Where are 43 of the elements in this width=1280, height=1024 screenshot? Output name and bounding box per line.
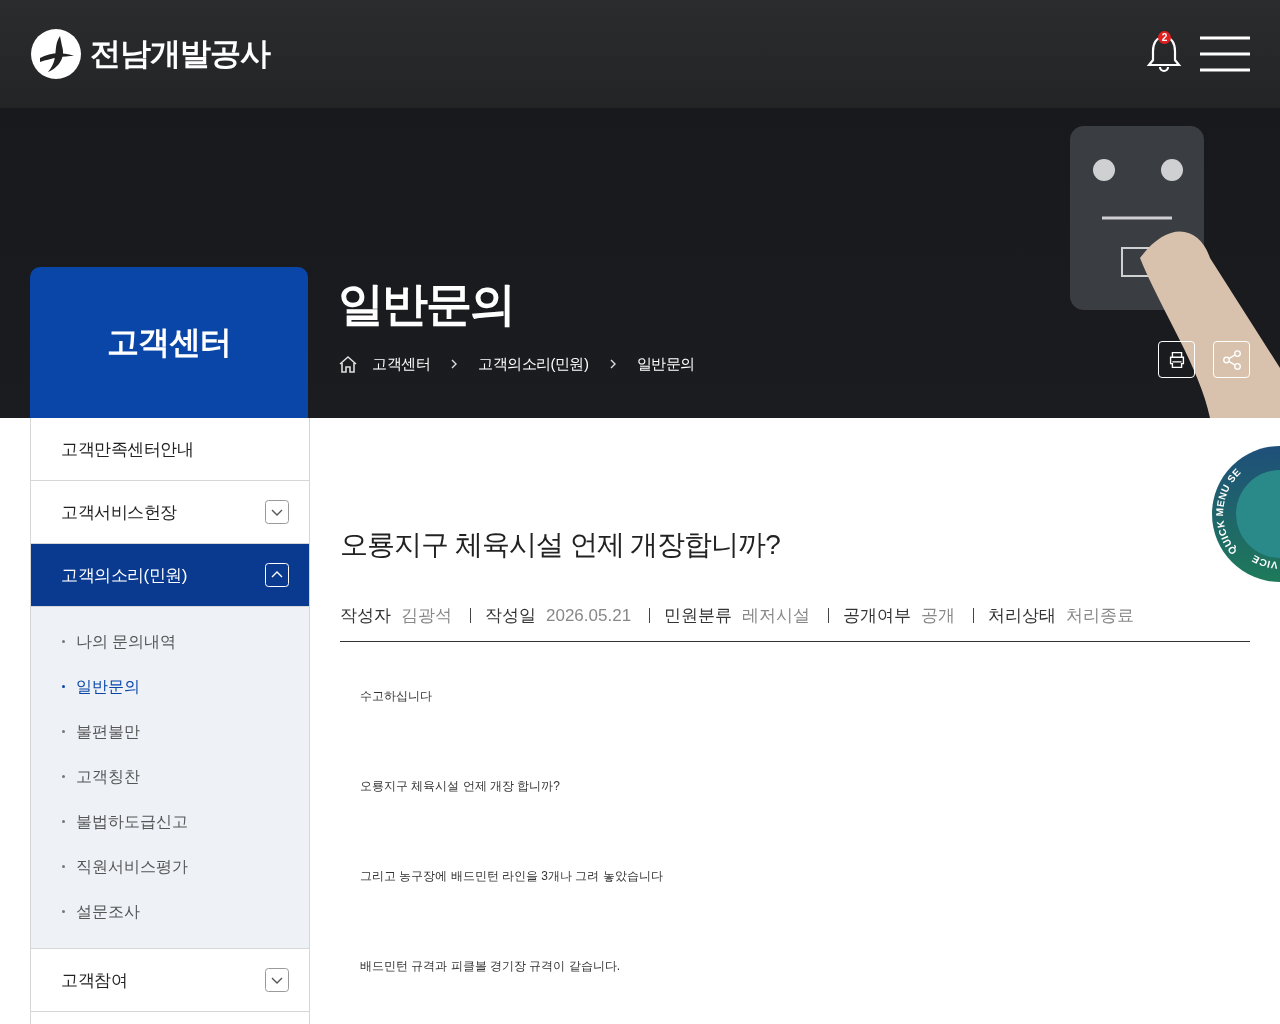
meta-value: 처리종료 [1066,605,1135,627]
chevron-down-icon [265,500,289,524]
breadcrumb-link[interactable]: 고객센터 [372,354,430,374]
print-button[interactable] [1158,341,1195,378]
chevron-right-icon [608,358,617,370]
meta-label: 처리상태 [988,605,1057,627]
meta-value: 공개 [921,605,956,627]
section-title: 고객센터 [107,322,231,362]
meta-value: 2026.05.21 [546,605,632,626]
notification-badge: 2 [1158,31,1171,44]
breadcrumb-link[interactable]: 고객의소리(민원) [478,354,589,374]
post-paragraph: 그리고 농구장에 배드민턴 라인을 3개나 그려 놓았습니다 [360,868,664,884]
submenu-item[interactable]: 나의 문의내역 [31,619,309,664]
sidebar-item[interactable]: 고객만족센터안내 [31,418,309,481]
post-title: 오룡지구 체육시설 언제 개장합니까? [340,528,780,562]
page-title: 일반문의 [338,277,515,332]
meta-label: 민원분류 [664,605,733,627]
sidebar-item[interactable]: 고객의소리(민원) [31,544,309,607]
post-paragraph: 오룡지구 체육시설 언제 개장 합니까? [360,778,561,794]
meta-label: 작성자 [340,605,391,627]
submenu-item[interactable]: 불법하도급신고 [31,799,309,844]
chevron-right-icon [450,358,458,370]
meta-label: 공개여부 [843,605,912,627]
logo-text[interactable]: 전남개발공사 [90,33,270,75]
chevron-up-icon [265,563,289,587]
meta-label: 작성일 [485,605,536,627]
chevron-down-icon [265,968,289,992]
meta-value: 레저시설 [742,605,811,627]
home-icon[interactable] [338,354,358,374]
logo-icon [30,28,82,80]
menu-icon[interactable] [1200,36,1250,72]
post-paragraph: 배드민턴 규격과 피클볼 경기장 규격이 같습니다. [360,958,621,974]
sidebar-item[interactable]: 고객참여 [31,949,309,1012]
submenu-item[interactable]: 설문조사 [31,889,309,934]
breadcrumb-link[interactable]: 일반문의 [636,354,695,374]
submenu-item[interactable]: 직원서비스평가 [31,844,309,889]
submenu-item[interactable]: 불편불만 [31,709,309,754]
share-icon [1220,348,1243,371]
post-paragraph: 수고하십니다 [360,688,433,704]
meta-value: 김광석 [401,605,452,627]
submenu-item[interactable]: 일반문의 [31,664,309,709]
submenu-item[interactable]: 고객칭찬 [31,754,309,799]
notification-button[interactable]: 2 [1146,33,1182,75]
